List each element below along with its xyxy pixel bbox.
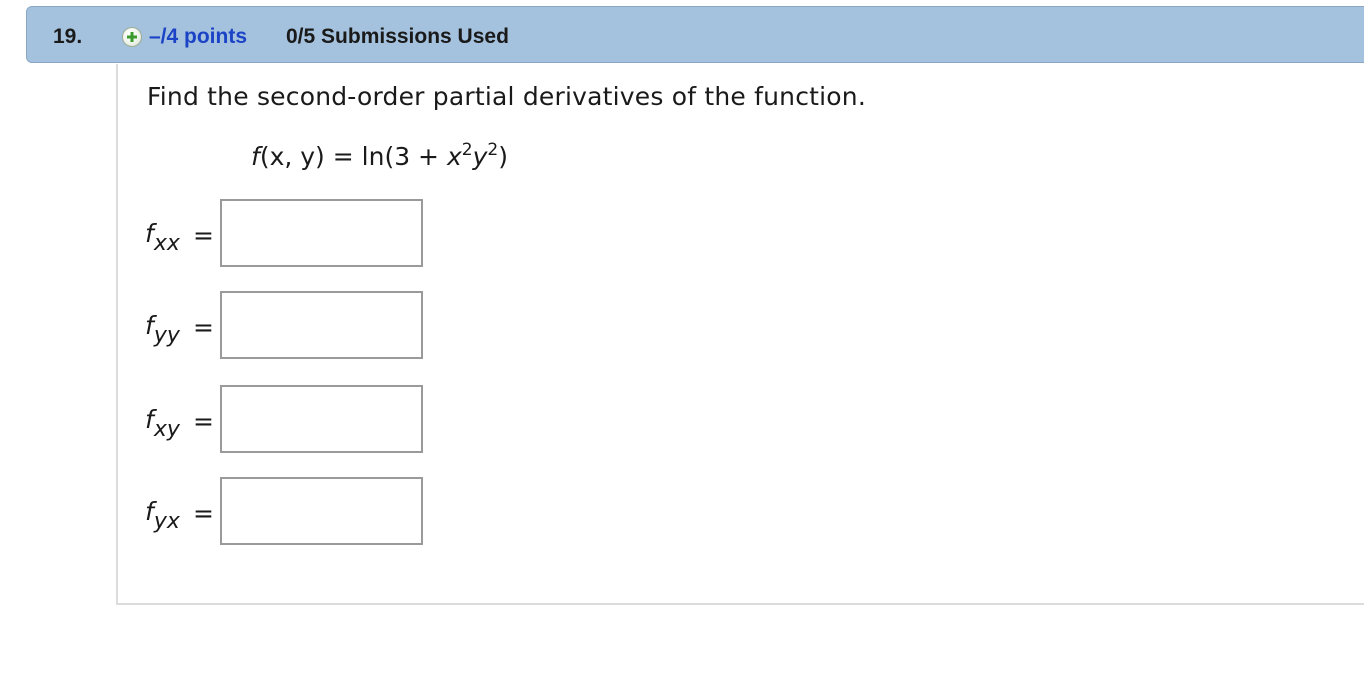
- function-args: (x, y): [259, 142, 325, 171]
- answer-input-fyx[interactable]: [220, 477, 423, 545]
- question-header: 19. –/4 points 0/5 Submissions Used: [26, 6, 1364, 63]
- answer-input-fxx[interactable]: [220, 199, 423, 267]
- derivative-subscript: xy: [153, 417, 180, 442]
- problem-instruction: Find the second-order partial derivative…: [147, 82, 866, 111]
- derivative-label-fyx: fyx: [145, 497, 180, 533]
- derivative-label-fxx: fxx: [145, 219, 180, 255]
- derivative-f: f: [145, 219, 154, 248]
- derivative-subscript: xx: [153, 231, 180, 256]
- function-x-exponent: 2: [461, 140, 473, 160]
- function-close: ): [498, 142, 508, 171]
- function-y: y: [472, 142, 488, 171]
- answer-input-fyy[interactable]: [220, 291, 423, 359]
- plus-circle-icon[interactable]: [122, 27, 142, 47]
- equals-sign: =: [193, 221, 214, 250]
- function-expression: f(x, y) = ln(3 + x2y2): [251, 140, 508, 172]
- answer-input-fxy[interactable]: [220, 385, 423, 453]
- derivative-subscript: yx: [153, 509, 180, 534]
- equals-sign: =: [193, 407, 214, 436]
- equals-sign: =: [193, 499, 214, 528]
- derivative-f: f: [145, 497, 154, 526]
- derivative-f: f: [145, 311, 154, 340]
- submissions-used: 0/5 Submissions Used: [286, 25, 509, 48]
- derivative-f: f: [145, 405, 154, 434]
- function-x: x: [446, 142, 462, 171]
- derivative-subscript: yy: [153, 323, 180, 348]
- function-y-exponent: 2: [487, 140, 499, 160]
- question-number: 19.: [53, 25, 83, 48]
- derivative-label-fyy: fyy: [145, 311, 180, 347]
- equals-sign: =: [193, 313, 214, 342]
- derivative-label-fxy: fxy: [145, 405, 180, 441]
- function-equals: = ln(3 +: [324, 142, 447, 171]
- function-name: f: [251, 142, 260, 171]
- points-link[interactable]: –/4 points: [149, 25, 247, 49]
